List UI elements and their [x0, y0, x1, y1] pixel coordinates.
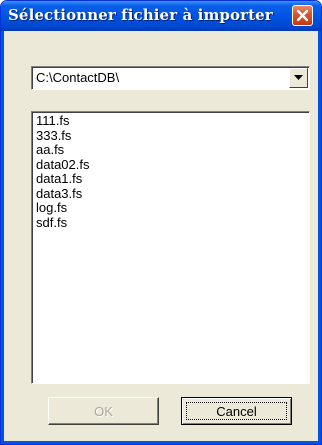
- directory-dropdown[interactable]: C:\ContactDB\: [31, 66, 310, 90]
- file-list-item[interactable]: data1.fs: [36, 171, 309, 187]
- close-icon: [296, 9, 309, 22]
- file-list-item[interactable]: sdf.fs: [36, 215, 309, 231]
- file-list-item[interactable]: 333.fs: [36, 128, 309, 144]
- window-frame-right: [318, 31, 321, 444]
- file-list-item[interactable]: data3.fs: [36, 186, 309, 202]
- directory-dropdown-value: C:\ContactDB\: [36, 70, 120, 85]
- file-list-item[interactable]: data02.fs: [36, 157, 309, 173]
- file-list-item[interactable]: 111.fs: [36, 113, 309, 129]
- title-bar[interactable]: Sélectionner fichier à importer: [1, 1, 321, 31]
- ok-button[interactable]: OK: [48, 397, 159, 425]
- dialog-title: Sélectionner fichier à importer: [8, 6, 273, 24]
- file-list-item[interactable]: aa.fs: [36, 142, 309, 158]
- chevron-down-icon: [294, 75, 303, 80]
- cancel-button-label: Cancel: [216, 403, 257, 419]
- file-list: 111.fs 333.fs aa.fs data02.fs data1.fs d…: [32, 112, 309, 230]
- import-file-dialog: Sélectionner fichier à importer C:\Conta…: [0, 0, 322, 445]
- dropdown-arrow-button[interactable]: [289, 68, 308, 88]
- file-listbox[interactable]: 111.fs 333.fs aa.fs data02.fs data1.fs d…: [31, 111, 310, 384]
- close-button[interactable]: [292, 5, 313, 26]
- file-list-item[interactable]: log.fs: [36, 200, 309, 216]
- window-frame-bottom: [1, 441, 321, 444]
- window-frame-left: [1, 31, 4, 444]
- cancel-button[interactable]: Cancel: [181, 397, 292, 425]
